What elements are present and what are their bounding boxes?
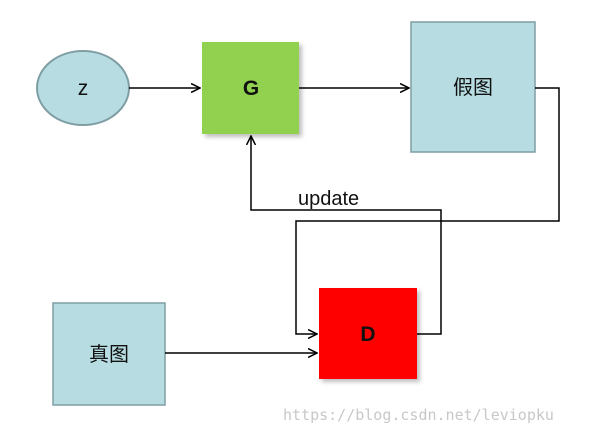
generator-label: G [243, 77, 259, 100]
discriminator-label: D [360, 323, 375, 346]
update-label: update [298, 188, 359, 210]
real-image-node: 真图 [52, 302, 166, 406]
fake-image-node: 假图 [410, 21, 536, 153]
noise-node: z [36, 50, 130, 126]
noise-label: z [78, 77, 89, 100]
fake-image-label: 假图 [453, 75, 493, 99]
gan-diagram: z G 假图 真图 D update https://blog.csdn.net… [36, 21, 560, 424]
watermark-text: https://blog.csdn.net/leviopku [283, 406, 554, 424]
real-image-label: 真图 [89, 342, 129, 366]
discriminator-node: D [319, 288, 417, 379]
generator-node: G [202, 42, 299, 134]
